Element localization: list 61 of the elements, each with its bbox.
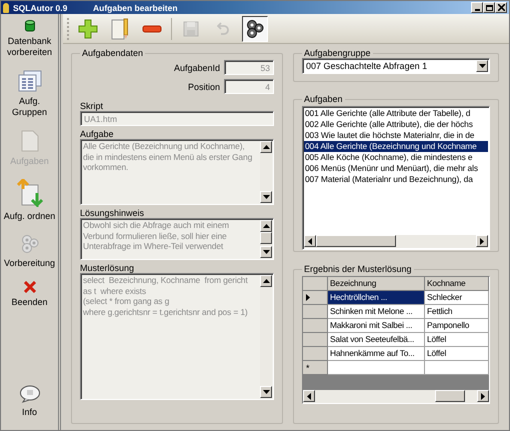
plus-icon (78, 18, 98, 38)
gears-button[interactable] (242, 16, 268, 42)
group-title: Ergebnis der Musterlösung (303, 264, 413, 274)
list-item[interactable]: 004 Alle Gerichte (Bezeichnung und Kochname (304, 141, 488, 152)
table-cell: Hechtröllchen ... (328, 291, 425, 305)
field-label: AufgabenId (174, 62, 220, 72)
scroll-up-icon[interactable] (260, 220, 272, 232)
list-item[interactable]: 003 Wie lautet die höchste Materialnr, die in de (304, 130, 488, 141)
list-item[interactable]: 006 Menüs (Menünr und Menüart), die mehr als (304, 163, 488, 174)
sidebar-item[interactable]: Beenden (0, 281, 58, 308)
close-button[interactable] (495, 2, 507, 13)
scroll-down-icon[interactable] (260, 191, 272, 203)
field-label: Skript (80, 101, 104, 111)
sidebar-item[interactable]: Info (0, 385, 58, 418)
gears-icon (20, 234, 40, 254)
scrollbar-thumb[interactable] (435, 390, 465, 402)
speech-bubble-icon (18, 385, 40, 403)
column-header[interactable]: Kochname (425, 277, 489, 291)
sidebar-item[interactable]: Aufg. ordnen (0, 179, 58, 222)
table-icon (18, 70, 42, 92)
up-down-arrows-icon (16, 179, 42, 207)
scroll-up-icon[interactable] (260, 275, 272, 287)
sidebar-item[interactable]: Aufg. Gruppen (0, 70, 58, 118)
row-header[interactable] (303, 291, 328, 305)
close-icon (24, 281, 36, 293)
row-header[interactable]: * (303, 361, 328, 375)
row-pointer-icon (306, 292, 310, 302)
list-item[interactable]: 001 Alle Gerichte (alle Attribute der Tabelle), d (304, 108, 488, 119)
page-icon (20, 130, 38, 152)
column-header[interactable]: Bezeichnung (328, 277, 425, 291)
list-item[interactable]: 002 Alle Gerichte (alle Attribute), die der höchs (304, 119, 488, 130)
field-label: Lösungshinweis (80, 208, 146, 218)
maximize-button[interactable] (483, 2, 495, 13)
notebook-icon (111, 18, 129, 40)
field-label: Aufgabe (80, 129, 115, 139)
window-title: Aufgaben bearbeiten (93, 2, 179, 12)
undo-arrow-icon (217, 22, 229, 36)
app-title: SQLAutor 0.9 (13, 2, 68, 12)
field-label: Position (188, 82, 220, 92)
scrollbar-thumb[interactable] (260, 232, 272, 244)
scroll-up-icon[interactable] (260, 141, 272, 153)
field-label: Musterlösung (80, 263, 136, 273)
list-item[interactable]: 007 Material (Materialnr und Bezeichnung), da (304, 174, 488, 185)
gears-icon (245, 18, 265, 38)
scrollbar-thumb[interactable] (316, 235, 396, 247)
scroll-left-icon[interactable] (304, 235, 316, 247)
group-title: Aufgaben (303, 94, 344, 104)
list-item[interactable]: 005 Alle Köche (Kochname), die mindestens e (304, 152, 488, 163)
scroll-left-icon[interactable] (303, 390, 315, 402)
group-title: Aufgabendaten (81, 48, 144, 58)
minus-icon (142, 24, 162, 32)
scroll-down-icon[interactable] (260, 386, 272, 398)
sidebar-item[interactable]: Datenbank vorbereiten (0, 20, 58, 58)
scroll-right-icon[interactable] (476, 235, 488, 247)
database-icon (24, 20, 34, 32)
dropdown[interactable]: 007 Geschachtelte Abfragen 1 (302, 58, 490, 74)
sidebar-item[interactable]: Vorbereitung (0, 234, 58, 269)
group-title: Aufgabengruppe (303, 48, 372, 58)
minimize-button[interactable] (471, 2, 483, 13)
scroll-down-icon[interactable] (260, 246, 272, 258)
scroll-right-icon[interactable] (477, 390, 489, 402)
